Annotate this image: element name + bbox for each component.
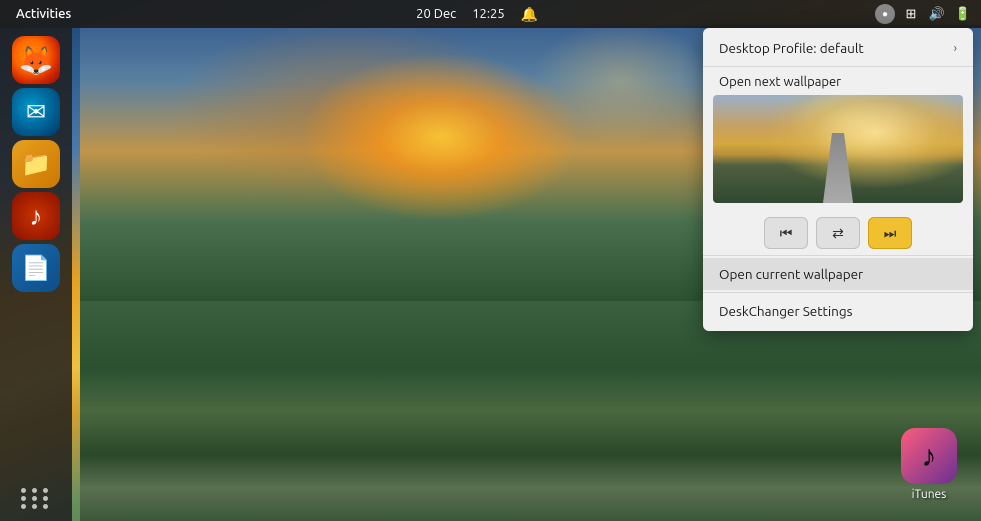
sidebar-item-firefox[interactable] [12, 36, 60, 84]
settings-label: DeskChanger Settings [719, 303, 852, 319]
prev-wallpaper-button[interactable]: ⏮ [764, 217, 808, 249]
wallpaper-section: Open next wallpaper [703, 69, 973, 211]
sidebar-item-libreoffice[interactable] [12, 244, 60, 292]
sidebar-item-thunderbird[interactable] [12, 88, 60, 136]
prev-icon: ⏮ [780, 225, 793, 242]
network-icon[interactable]: ⊞ [901, 4, 921, 24]
notification-icon[interactable]: 🔔 [521, 6, 538, 23]
deskchanger-settings-item[interactable]: DeskChanger Settings [703, 295, 973, 327]
activities-label: Activities [16, 7, 71, 21]
sidebar [0, 28, 72, 521]
menu-separator-1 [703, 66, 973, 67]
topbar-right: ● ⊞ 🔊 🔋 [875, 4, 973, 24]
activities-button[interactable]: Activities [8, 0, 79, 28]
deskchanger-dropdown: Desktop Profile: default › Open next wal… [703, 28, 973, 331]
topbar-date: 20 Dec [416, 7, 456, 21]
chevron-right-icon: › [954, 42, 957, 55]
open-current-label: Open current wallpaper [719, 266, 863, 282]
sidebar-item-files[interactable] [12, 140, 60, 188]
sidebar-item-rhythmbox[interactable] [12, 192, 60, 240]
topbar-center: 20 Dec 12:25 🔔 [79, 6, 875, 23]
next-icon: ⏭ [884, 225, 897, 242]
user-avatar[interactable]: ● [875, 4, 895, 24]
shuffle-wallpaper-button[interactable]: ⇄ [816, 217, 860, 249]
topbar-time: 12:25 [472, 7, 505, 21]
itunes-label: iTunes [912, 488, 947, 501]
battery-icon[interactable]: 🔋 [953, 4, 973, 24]
menu-separator-3 [703, 292, 973, 293]
wallpaper-preview [713, 95, 963, 203]
app-grid-button[interactable] [21, 488, 51, 509]
controls-row: ⏮ ⇄ ⏭ [703, 211, 973, 253]
shuffle-icon: ⇄ [832, 225, 844, 242]
next-wallpaper-label: Open next wallpaper [713, 75, 963, 89]
desktop-profile-item[interactable]: Desktop Profile: default › [703, 32, 973, 64]
volume-icon[interactable]: 🔊 [927, 4, 947, 24]
topbar: Activities 20 Dec 12:25 🔔 ● ⊞ 🔊 🔋 [0, 0, 981, 28]
next-wallpaper-button[interactable]: ⏭ [868, 217, 912, 249]
open-current-wallpaper-item[interactable]: Open current wallpaper [703, 258, 973, 290]
desktop-profile-label: Desktop Profile: default [719, 40, 864, 56]
itunes-desktop-icon[interactable]: ♪ iTunes [897, 428, 961, 501]
menu-separator-2 [703, 255, 973, 256]
itunes-icon-image: ♪ [901, 428, 957, 484]
